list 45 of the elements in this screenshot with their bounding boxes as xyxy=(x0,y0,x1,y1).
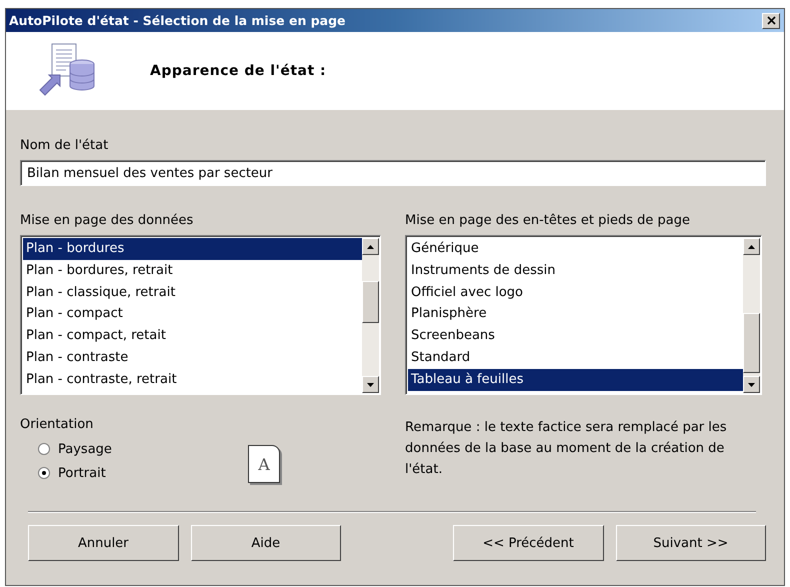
radio-option[interactable]: Paysage xyxy=(38,442,248,456)
dialog-button[interactable]: << Précédent xyxy=(453,525,604,561)
list-item[interactable]: Officiel avec logo xyxy=(408,282,743,304)
radio-button[interactable] xyxy=(38,467,50,479)
down-arrow-icon xyxy=(748,382,755,386)
note-text: Remarque : le texte factice sera remplacé par les données de la base au moment de la création de l'état. xyxy=(405,419,728,479)
list-label: Mise en page des en-têtes et pieds de page xyxy=(405,213,691,228)
field-label: Nom de l'état xyxy=(20,138,110,153)
radio-button[interactable] xyxy=(38,443,50,455)
scroll-down-button[interactable] xyxy=(743,376,760,393)
list-item[interactable]: Tableau à feuilles xyxy=(408,368,743,391)
list-item[interactable]: Plan - bordures, retrait xyxy=(23,260,362,282)
close-icon xyxy=(766,16,776,25)
window-title: AutoPilote d'état - Sélection de la mise en page xyxy=(9,13,346,28)
list-item[interactable]: Générique xyxy=(408,238,743,260)
up-arrow-icon xyxy=(748,244,755,248)
close-button[interactable] xyxy=(762,12,780,28)
scroll-down-button[interactable] xyxy=(362,376,379,393)
scroll-thumb[interactable] xyxy=(743,313,760,373)
list-item[interactable]: Planisphère xyxy=(408,303,743,326)
dialog-button[interactable]: Annuler xyxy=(28,525,178,561)
list-item[interactable]: Plan - classique, retrait xyxy=(23,282,362,304)
group-label: Orientation xyxy=(20,417,94,432)
dialog-button[interactable]: Suivant >> xyxy=(616,525,766,561)
list-item[interactable]: Screenbeans xyxy=(408,325,743,347)
list-item[interactable]: Plan - contraste xyxy=(23,346,362,369)
scroll-up-button[interactable] xyxy=(743,238,760,255)
page-preview-icon: A xyxy=(248,445,280,483)
scroll-up-button[interactable] xyxy=(362,238,379,255)
scrollbar[interactable] xyxy=(743,238,760,393)
list-item[interactable]: Instruments de dessin xyxy=(408,260,743,282)
dialog-button[interactable]: Aide xyxy=(190,525,341,561)
list-item[interactable]: Plan - compact, retait xyxy=(23,325,362,347)
scroll-thumb[interactable] xyxy=(362,281,379,323)
radio-option[interactable]: Portrait xyxy=(38,466,248,480)
list-item[interactable]: Plan - compact xyxy=(23,303,362,326)
list-item[interactable]: Plan - bordures xyxy=(23,238,362,260)
page-heading: Apparence de l'état : xyxy=(150,63,326,79)
list-item[interactable]: Plan - contraste, retrait xyxy=(23,368,362,391)
up-arrow-icon xyxy=(367,244,374,248)
down-arrow-icon xyxy=(367,382,374,386)
scrollbar[interactable] xyxy=(362,238,379,393)
list-label: Mise en page des données xyxy=(20,213,194,228)
report-name-field[interactable]: Bilan mensuel des ventes par secteur xyxy=(20,160,766,186)
list-item[interactable]: Standard xyxy=(408,346,743,369)
